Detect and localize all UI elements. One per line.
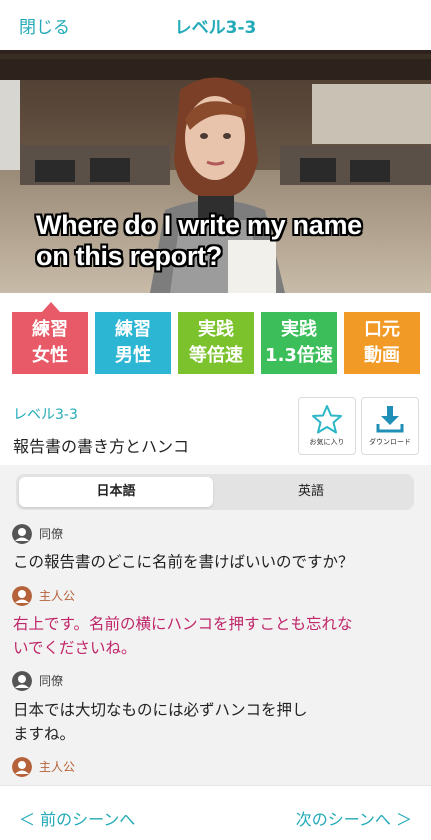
language-tabs-area: 日本語 英語 <box>0 465 431 518</box>
subtitle-line-2: on this report? <box>36 241 222 271</box>
mode-label-top: 実践 <box>198 319 234 340</box>
speaker-name: 主人公 <box>39 589 76 603</box>
download-label: ダウンロード <box>369 438 411 446</box>
selected-pointer-icon <box>42 302 60 312</box>
protagonist-avatar-icon <box>12 757 32 777</box>
dialogue-line-part: いでくださいね。 <box>13 639 137 657</box>
coworker-avatar-icon <box>12 524 32 544</box>
scene-navigation: ＜ 前のシーンへ 次のシーンへ ＞ <box>0 785 431 840</box>
dialogue-line: 右上です。名前の横にハンコを押すことも忘れな いでくださいね。 <box>13 612 423 660</box>
mode-real-normal-speed-button[interactable]: 実践 等倍速 <box>178 312 254 374</box>
video-player[interactable]: Where do I write my name on this report? <box>0 50 431 293</box>
coworker-avatar-icon <box>12 671 32 691</box>
mode-real-1-3x-speed-button[interactable]: 実践 1.3倍速 <box>261 312 337 374</box>
mode-label-bottom: 等倍速 <box>189 345 243 366</box>
page-title: レベル3-3 <box>174 18 257 38</box>
mode-label-top: 実践 <box>281 319 317 340</box>
favorite-button[interactable]: お気に入り <box>298 397 356 455</box>
subtitle-line-1: Where do I write my name <box>36 210 362 240</box>
top-bar: 閉じる レベル3-3 <box>0 0 431 50</box>
lesson-info: レベル3-3 報告書の書き方とハンコ お気に入り ダウンロード <box>0 385 431 465</box>
mode-label-bottom: 1.3倍速 <box>265 345 333 366</box>
dialogue-line-part: ますね。 <box>13 725 76 743</box>
tab-japanese[interactable]: 日本語 <box>19 477 213 507</box>
mode-label-top: 口元 <box>364 319 400 340</box>
favorite-label: お気に入り <box>309 438 345 446</box>
mode-label-bottom: 動画 <box>364 345 400 366</box>
dialogue-line: 日本では大切なものには必ずハンコを押し ますね。 <box>13 698 423 746</box>
mode-label-top: 練習 <box>115 319 151 340</box>
dialogue-line: この報告書のどこに名前を書けばいいのですか？ <box>13 553 354 571</box>
video-subtitle: Where do I write my name on this report? <box>36 210 416 272</box>
mode-selector: 練習 女性 練習 男性 実践 等倍速 実践 1.3倍速 口元 動画 <box>0 293 431 385</box>
tab-english[interactable]: 英語 <box>214 477 408 507</box>
speaker-name: 同僚 <box>39 527 64 541</box>
next-scene-button[interactable]: 次のシーンへ ＞ <box>296 806 412 830</box>
speaker-name: 同僚 <box>39 674 64 688</box>
conversation-list[interactable]: 同僚 この報告書のどこに名前を書けばいいのですか？ 主人公 右上です。名前の横に… <box>0 518 431 785</box>
mode-practice-male-button[interactable]: 練習 男性 <box>95 312 171 374</box>
mode-mouth-video-button[interactable]: 口元 動画 <box>344 312 420 374</box>
prev-scene-button[interactable]: ＜ 前のシーンへ <box>19 806 135 830</box>
mode-label-bottom: 女性 <box>32 345 68 366</box>
download-button[interactable]: ダウンロード <box>361 397 419 455</box>
dialogue-line-part: 日本では大切なものには必ずハンコを押し <box>13 701 308 719</box>
star-icon <box>312 405 342 434</box>
lesson-level: レベル3-3 <box>13 407 78 423</box>
mode-label-top: 練習 <box>32 319 68 340</box>
mode-label-bottom: 男性 <box>115 345 151 366</box>
speaker-name: 主人公 <box>39 760 76 774</box>
protagonist-avatar-icon <box>12 586 32 606</box>
dialogue-line-part: 右上です。名前の横にハンコを押すことも忘れな <box>13 615 353 633</box>
language-tabs: 日本語 英語 <box>16 474 414 510</box>
lesson-title: 報告書の書き方とハンコ <box>13 437 190 456</box>
download-icon <box>376 406 404 433</box>
mode-practice-female-button[interactable]: 練習 女性 <box>12 302 88 374</box>
